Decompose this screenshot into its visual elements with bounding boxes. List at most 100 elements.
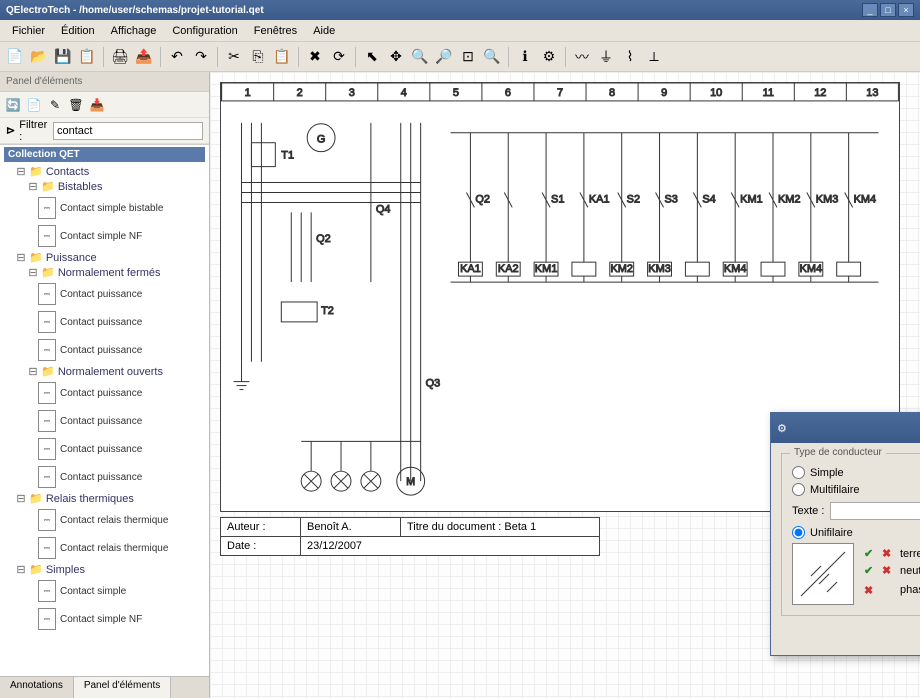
- menu-fenetres[interactable]: Fenêtres: [246, 23, 305, 39]
- tree-item[interactable]: ⎓Contact puissance: [4, 463, 205, 491]
- zoom-reset-button[interactable]: 🔍: [481, 46, 503, 68]
- zoom-out-button[interactable]: 🔎: [433, 46, 455, 68]
- svg-text:7: 7: [557, 87, 563, 99]
- conductor-tool-4[interactable]: ⟂: [643, 46, 665, 68]
- tab-annotations[interactable]: Annotations: [0, 677, 74, 698]
- svg-text:KM4: KM4: [854, 193, 877, 205]
- svg-text:S1: S1: [551, 193, 564, 205]
- svg-text:4: 4: [401, 87, 407, 99]
- paste-button[interactable]: 📋: [271, 46, 293, 68]
- conductor-tool-3[interactable]: ⌇: [619, 46, 641, 68]
- about-button[interactable]: ℹ: [514, 46, 536, 68]
- svg-text:T2: T2: [321, 305, 334, 317]
- open-button[interactable]: 📂: [28, 46, 50, 68]
- rotate-button[interactable]: ⟳: [328, 46, 350, 68]
- config-button[interactable]: ⚙: [538, 46, 560, 68]
- close-button[interactable]: ×: [898, 3, 914, 17]
- copy-button[interactable]: ⎘: [247, 46, 269, 68]
- check-icon: ✔: [864, 564, 876, 577]
- refresh-icon[interactable]: 🔄: [4, 96, 22, 114]
- tree-item[interactable]: ⎓Contact puissance: [4, 336, 205, 364]
- cut-button[interactable]: ✂: [223, 46, 245, 68]
- filter-row: ⊳ Filtrer :: [0, 118, 209, 144]
- menu-edition[interactable]: Édition: [53, 23, 103, 39]
- menu-fichier[interactable]: Fichier: [4, 23, 53, 39]
- svg-text:S4: S4: [702, 193, 715, 205]
- tree-item[interactable]: ⎓Contact puissance: [4, 280, 205, 308]
- svg-text:9: 9: [661, 87, 667, 99]
- tree-category[interactable]: ⊟ 📁 Simples: [4, 562, 205, 577]
- tree-subcategory[interactable]: ⊟ 📁 Normalement fermés: [4, 265, 205, 280]
- tree-item[interactable]: ⎓Contact simple NF: [4, 605, 205, 633]
- svg-text:KA1: KA1: [460, 263, 481, 275]
- redo-button[interactable]: ↷: [190, 46, 212, 68]
- tree-subcategory[interactable]: ⊟ 📁 Normalement ouverts: [4, 364, 205, 379]
- import-element-icon[interactable]: 📥: [88, 96, 106, 114]
- tree-item[interactable]: ⎓Contact puissance: [4, 379, 205, 407]
- radio-simple[interactable]: Simple: [792, 466, 920, 479]
- conductor-tool-1[interactable]: 〰: [571, 46, 593, 68]
- group-title: Type de conducteur: [790, 447, 886, 458]
- prop-terre[interactable]: ✔✖terre: [864, 547, 920, 560]
- svg-text:KM1: KM1: [535, 263, 558, 275]
- minimize-button[interactable]: _: [862, 3, 878, 17]
- tree-item[interactable]: ⎓Contact puissance: [4, 407, 205, 435]
- tree-item[interactable]: ⎓Contact puissance: [4, 435, 205, 463]
- panel-toolbar: 🔄 📄 ✎ 🗑 📥: [0, 92, 209, 118]
- tree-item[interactable]: ⎓Contact relais thermique: [4, 506, 205, 534]
- svg-text:Q2: Q2: [316, 233, 331, 245]
- tree-item[interactable]: ⎓Contact simple bistable: [4, 194, 205, 222]
- tab-panel-elements[interactable]: Panel d'éléments: [74, 677, 171, 698]
- menu-configuration[interactable]: Configuration: [164, 23, 245, 39]
- conductor-text-input[interactable]: [830, 502, 920, 520]
- edit-element-icon[interactable]: ✎: [46, 96, 64, 114]
- filter-input[interactable]: [53, 122, 203, 140]
- print-button[interactable]: 🖨: [109, 46, 131, 68]
- tree-subcategory[interactable]: ⊟ 📁 Bistables: [4, 179, 205, 194]
- save-button[interactable]: 💾: [52, 46, 74, 68]
- prop-phase[interactable]: ✖phase 2: [864, 581, 920, 599]
- new-button[interactable]: 📄: [4, 46, 26, 68]
- element-tree[interactable]: Collection QET ⊟ 📁 Contacts⊟ 📁 Bistables…: [0, 144, 209, 676]
- menu-affichage[interactable]: Affichage: [103, 23, 165, 39]
- maximize-button[interactable]: □: [880, 3, 896, 17]
- tree-item[interactable]: ⎓Contact relais thermique: [4, 534, 205, 562]
- export-button[interactable]: 📤: [133, 46, 155, 68]
- tree-item[interactable]: ⎓Contact simple NF: [4, 222, 205, 250]
- svg-text:KA1: KA1: [589, 193, 610, 205]
- zoom-in-button[interactable]: 🔍: [409, 46, 431, 68]
- new-element-icon[interactable]: 📄: [25, 96, 43, 114]
- radio-uni[interactable]: Unifilaire: [792, 526, 920, 539]
- menu-aide[interactable]: Aide: [305, 23, 343, 39]
- radio-multi[interactable]: Multifilaire: [792, 483, 920, 496]
- select-tool[interactable]: ⬉: [361, 46, 383, 68]
- conductor-tool-2[interactable]: ⏚: [595, 46, 617, 68]
- svg-text:11: 11: [763, 87, 774, 99]
- undo-button[interactable]: ↶: [166, 46, 188, 68]
- delete-element-icon[interactable]: 🗑: [67, 96, 85, 114]
- canvas[interactable]: 12345678910111213 G T1 Q4 Q2 T2 M Q3: [210, 72, 920, 698]
- svg-text:6: 6: [505, 87, 511, 99]
- move-tool[interactable]: ✥: [385, 46, 407, 68]
- dialog-titlebar[interactable]: ⚙ Éditer les propriétés d'un conducteur: [771, 413, 920, 443]
- svg-text:10: 10: [710, 87, 722, 99]
- text-label: Texte :: [792, 505, 824, 517]
- svg-text:Q2: Q2: [475, 193, 490, 205]
- prop-neutre[interactable]: ✔✖neutre: [864, 564, 920, 577]
- tree-item[interactable]: ⎓Contact simple: [4, 577, 205, 605]
- tree-item[interactable]: ⎓Contact puissance: [4, 308, 205, 336]
- delete-button[interactable]: ✖: [304, 46, 326, 68]
- zoom-fit-button[interactable]: ⊡: [457, 46, 479, 68]
- title-block: Auteur : Benoît A. Titre du document : B…: [220, 517, 600, 556]
- tree-category[interactable]: ⊟ 📁 Contacts: [4, 164, 205, 179]
- save-as-button[interactable]: 📋: [76, 46, 98, 68]
- svg-text:KM3: KM3: [648, 263, 670, 275]
- svg-text:T1: T1: [281, 150, 294, 162]
- tree-category[interactable]: ⊟ 📁 Relais thermiques: [4, 491, 205, 506]
- tree-category[interactable]: ⊟ 📁 Puissance: [4, 250, 205, 265]
- x-icon: ✖: [864, 584, 876, 597]
- tree-root[interactable]: Collection QET: [4, 147, 205, 162]
- window-title: QElectroTech - /home/user/schemas/projet…: [6, 5, 862, 16]
- x-icon: ✖: [882, 564, 894, 577]
- menubar: Fichier Édition Affichage Configuration …: [0, 20, 920, 42]
